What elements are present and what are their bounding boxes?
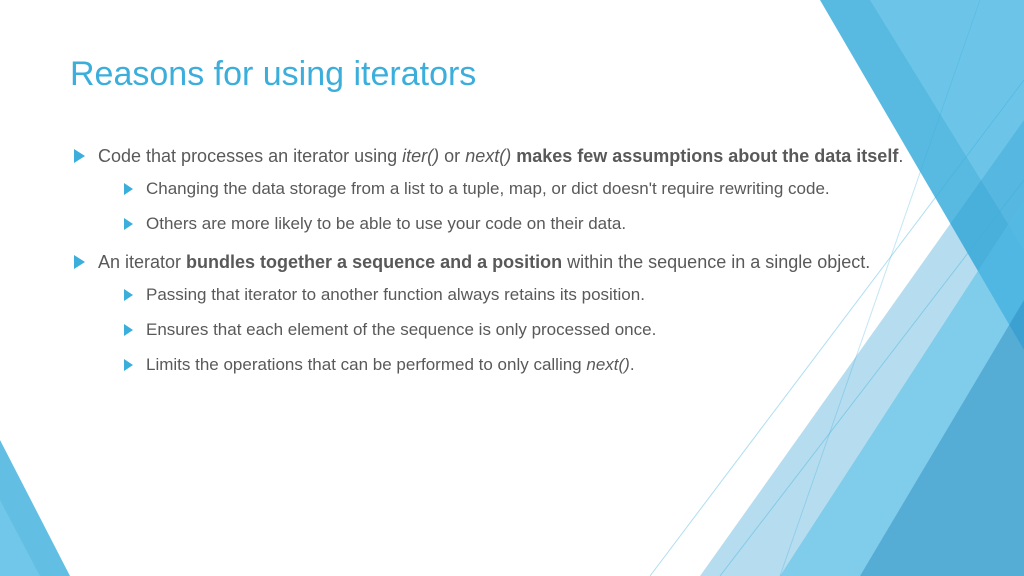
text: or (439, 146, 465, 166)
bold-text: bundles together a sequence and a positi… (186, 252, 562, 272)
sub-item: Limits the operations that can be perfor… (122, 354, 954, 377)
sub-list: Passing that iterator to another functio… (98, 284, 954, 377)
slide-content: Reasons for using iterators Code that pr… (0, 0, 1024, 377)
bullet-item-1: Code that processes an iterator using it… (70, 144, 954, 236)
sub-item: Passing that iterator to another functio… (122, 284, 954, 307)
bold-text: makes few assumptions about the data its… (516, 146, 898, 166)
text: Limits the operations that can be perfor… (146, 355, 586, 374)
text: An iterator (98, 252, 186, 272)
sub-list: Changing the data storage from a list to… (98, 178, 954, 236)
code-next: next() (465, 146, 511, 166)
sub-item: Ensures that each element of the sequenc… (122, 319, 954, 342)
sub-item: Others are more likely to be able to use… (122, 213, 954, 236)
text: . (630, 355, 635, 374)
sub-item: Changing the data storage from a list to… (122, 178, 954, 201)
text: . (898, 146, 903, 166)
text: within the sequence in a single object. (562, 252, 870, 272)
bullet-item-2: An iterator bundles together a sequence … (70, 250, 954, 377)
code-next: next() (586, 355, 629, 374)
bullet-list: Code that processes an iterator using it… (70, 144, 954, 377)
slide-title: Reasons for using iterators (70, 55, 954, 94)
code-iter: iter() (402, 146, 439, 166)
text: Code that processes an iterator using (98, 146, 402, 166)
